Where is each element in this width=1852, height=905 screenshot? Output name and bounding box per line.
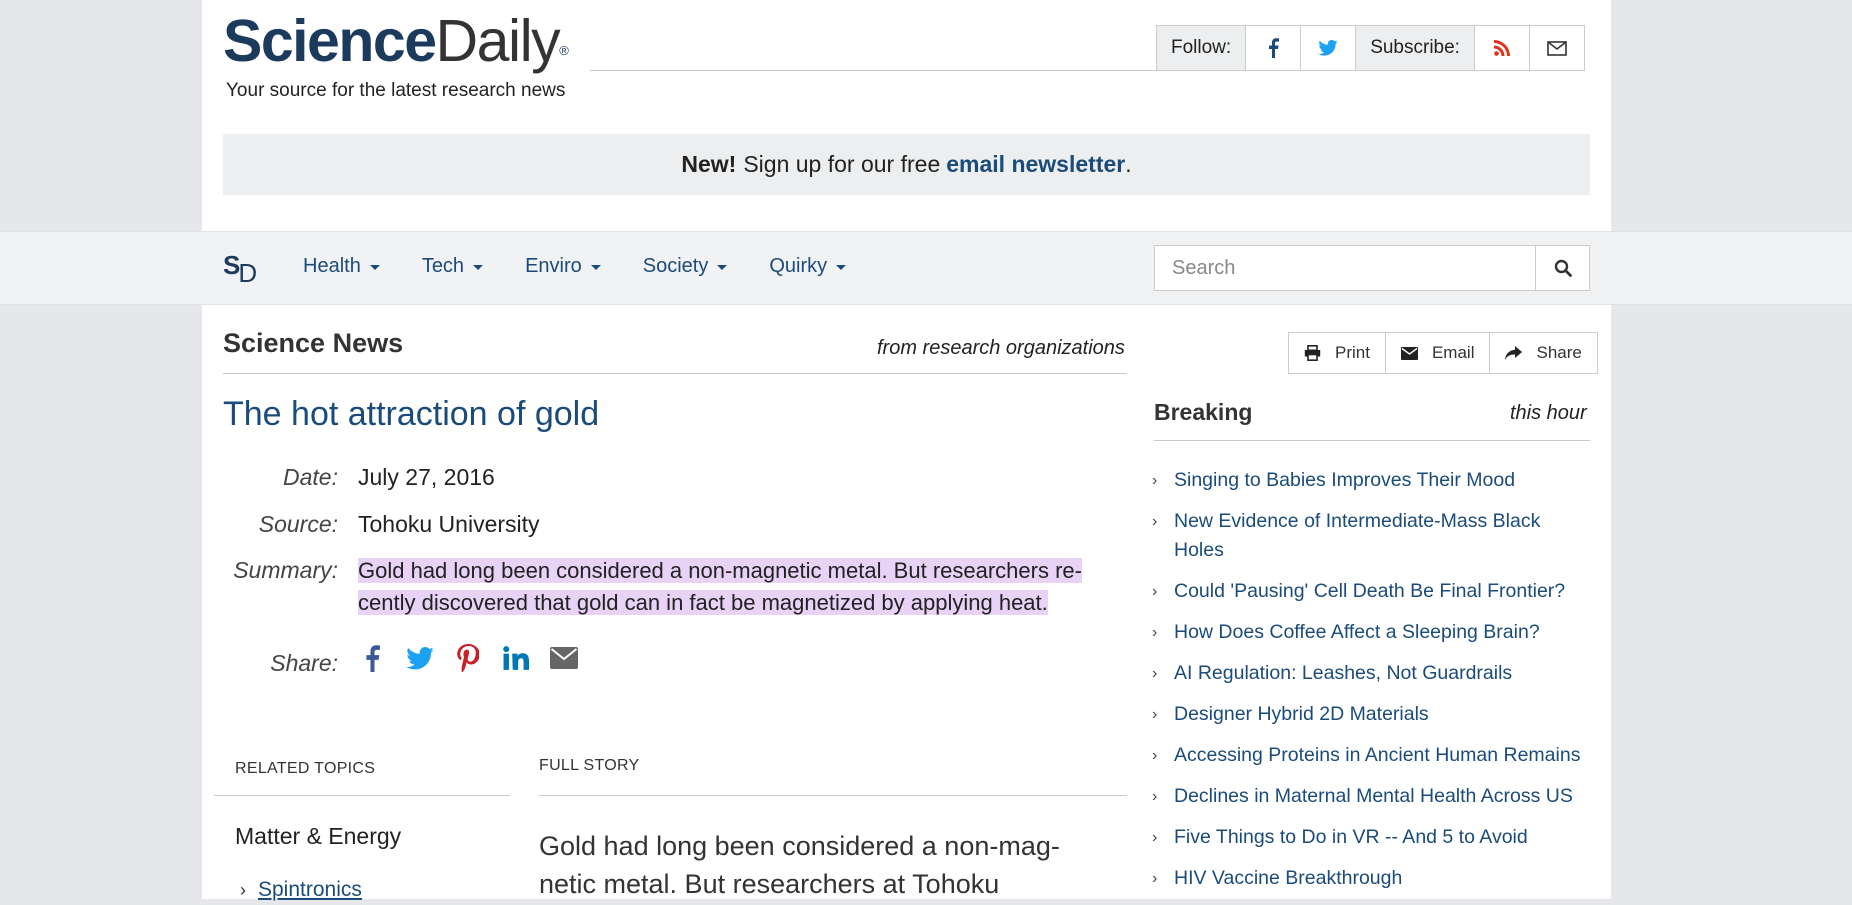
- related-topic-link[interactable]: › Spintronics: [240, 878, 362, 902]
- share-arrow-icon: [1505, 346, 1523, 360]
- breaking-item[interactable]: › Singing to Babies Improves Their Mood: [1152, 466, 1592, 495]
- newsletter-banner: New! Sign up for our free email newslett…: [223, 134, 1590, 195]
- nav-item-enviro[interactable]: Enviro: [525, 255, 601, 278]
- breaking-item[interactable]: › HIV Vaccine Breakthrough: [1152, 864, 1592, 893]
- chevron-right-icon: ›: [1152, 706, 1158, 723]
- nav-item-health[interactable]: Health: [303, 255, 380, 278]
- rss-icon: [1493, 40, 1510, 56]
- source-label: Source:: [258, 511, 338, 537]
- chevron-right-icon: ›: [240, 880, 246, 900]
- breaking-item[interactable]: › Five Things to Do in VR -- And 5 to Avo…: [1152, 823, 1592, 852]
- search-box: [1154, 245, 1590, 291]
- summary-text: Gold had long been considered a non-magn…: [358, 558, 1082, 615]
- share-email-button[interactable]: [550, 644, 578, 672]
- breaking-list: › Singing to Babies Improves Their Mood ›…: [1152, 466, 1592, 905]
- date-value: July 27, 2016: [358, 464, 495, 490]
- search-button[interactable]: [1535, 246, 1589, 290]
- search-icon: [1554, 259, 1572, 277]
- newsletter-new-label: New!: [681, 151, 737, 177]
- site-logo[interactable]: ScienceDaily®: [223, 6, 569, 76]
- breaking-subtitle: this hour: [1510, 402, 1587, 424]
- printer-icon: [1304, 345, 1321, 361]
- share-article-button[interactable]: Share: [1490, 333, 1596, 373]
- related-divider: [214, 795, 510, 796]
- chevron-right-icon: ›: [1152, 583, 1158, 600]
- article-title: The hot attraction of gold: [223, 395, 600, 433]
- breaking-item[interactable]: › AI Regulation: Leashes, Not Guardrails: [1152, 659, 1592, 688]
- nav-item-quirky[interactable]: Quirky: [769, 255, 847, 278]
- follow-label: Follow:: [1157, 26, 1247, 70]
- story-text: Gold had long been considered a non-mag-…: [539, 831, 1060, 899]
- section-divider: [223, 373, 1127, 374]
- envelope-icon: [1547, 40, 1567, 56]
- caret-down-icon: [590, 265, 601, 270]
- chevron-right-icon: ›: [1152, 747, 1158, 764]
- date-label: Date:: [283, 464, 338, 490]
- section-title: Science News: [223, 328, 404, 358]
- breaking-item[interactable]: › New Evidence of Intermediate-Mass Black…: [1152, 507, 1592, 565]
- breaking-item[interactable]: › How Does Coffee Affect a Sleeping Brain…: [1152, 618, 1592, 647]
- envelope-icon: [1400, 346, 1418, 360]
- breaking-item[interactable]: › Designer Hybrid 2D Materials: [1152, 700, 1592, 729]
- chevron-right-icon: ›: [1152, 513, 1158, 530]
- nav-item-tech[interactable]: Tech: [422, 255, 484, 278]
- envelope-icon: [550, 647, 578, 669]
- caret-down-icon: [717, 265, 728, 270]
- share-linkedin-button[interactable]: [502, 644, 530, 672]
- chevron-right-icon: ›: [1152, 829, 1158, 846]
- chevron-right-icon: ›: [1152, 472, 1158, 489]
- share-pinterest-button[interactable]: [454, 644, 482, 672]
- chevron-right-icon: ›: [1152, 788, 1158, 805]
- share-twitter-button[interactable]: [406, 644, 434, 672]
- email-subscribe-button[interactable]: [1529, 26, 1584, 70]
- linkedin-icon: [503, 646, 529, 670]
- breaking-divider: [1154, 440, 1590, 441]
- breaking-item[interactable]: › Accessing Proteins in Ancient Human Rem…: [1152, 741, 1592, 770]
- full-story-divider: [539, 795, 1127, 796]
- facebook-icon: [365, 644, 380, 672]
- breaking-title: Breaking: [1154, 399, 1253, 425]
- share-label: Share:: [270, 650, 338, 676]
- article-tools: Print Email Share: [1288, 332, 1598, 374]
- follow-bar: Follow: Subscribe:: [1156, 25, 1585, 71]
- newsletter-link[interactable]: email newsletter: [946, 151, 1125, 178]
- print-button[interactable]: Print: [1289, 333, 1386, 373]
- search-input[interactable]: [1155, 246, 1535, 290]
- chevron-right-icon: ›: [1152, 870, 1158, 887]
- caret-down-icon: [836, 265, 847, 270]
- nav-item-society[interactable]: Society: [643, 255, 728, 278]
- share-icons: [358, 644, 578, 672]
- chevron-right-icon: ›: [1152, 624, 1158, 641]
- facebook-icon: [1268, 38, 1279, 58]
- caret-down-icon: [473, 265, 484, 270]
- site-tagline: Your source for the latest research news: [226, 80, 566, 101]
- related-topic-category: Matter & Energy: [235, 823, 402, 849]
- twitter-follow-button[interactable]: [1301, 26, 1357, 70]
- summary-label: Summary:: [233, 557, 338, 583]
- email-article-button[interactable]: Email: [1386, 333, 1491, 373]
- subscribe-label: Subscribe:: [1356, 26, 1475, 70]
- rss-subscribe-button[interactable]: [1474, 26, 1530, 70]
- pinterest-icon: [457, 644, 479, 672]
- facebook-follow-button[interactable]: [1246, 26, 1302, 70]
- chevron-right-icon: ›: [1152, 665, 1158, 682]
- full-story-heading: FULL STORY: [539, 757, 640, 774]
- nav-menu: Health Tech Enviro Society Quirky: [303, 255, 888, 278]
- share-facebook-button[interactable]: [358, 644, 386, 672]
- newsletter-text: Sign up for our free: [743, 151, 941, 177]
- caret-down-icon: [369, 265, 380, 270]
- twitter-icon: [406, 646, 434, 669]
- sd-home-logo[interactable]: SD: [223, 250, 259, 288]
- related-topics-heading: RELATED TOPICS: [235, 760, 376, 777]
- breaking-item[interactable]: › Declines in Maternal Mental Health Acro…: [1152, 782, 1592, 811]
- source-value: Tohoku University: [358, 511, 540, 537]
- twitter-icon: [1318, 40, 1338, 56]
- section-subtitle: from research organizations: [877, 337, 1125, 359]
- header-divider: [590, 70, 1156, 71]
- breaking-item[interactable]: › Could 'Pausing' Cell Death Be Final Fro…: [1152, 577, 1592, 606]
